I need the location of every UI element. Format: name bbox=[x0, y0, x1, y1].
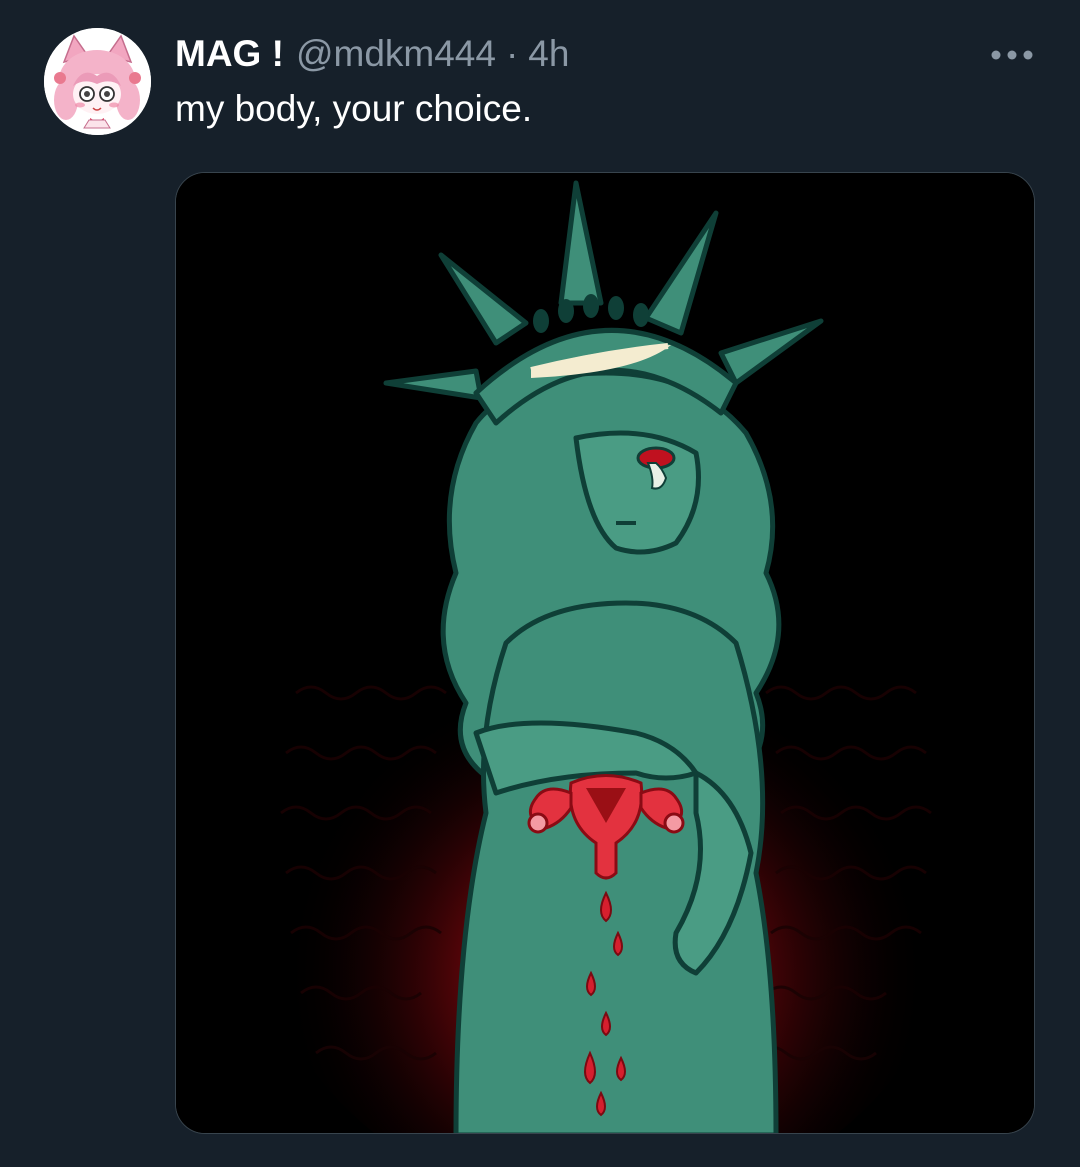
anime-girl-avatar-icon bbox=[44, 28, 151, 135]
separator-dot: · bbox=[505, 33, 519, 74]
more-horizontal-icon bbox=[991, 50, 1033, 60]
author-avatar[interactable] bbox=[44, 28, 151, 135]
tweet-text: my body, your choice. bbox=[175, 88, 533, 129]
tweet-timestamp[interactable]: 4h bbox=[528, 33, 569, 75]
tweet-card[interactable]: MAG ! @mdkm444 · 4h my body, your choice… bbox=[0, 0, 1080, 1167]
tweet-header: MAG ! @mdkm444 · 4h bbox=[175, 30, 569, 78]
author-handle[interactable]: @mdkm444 bbox=[296, 33, 496, 75]
author-display-name[interactable]: MAG ! bbox=[175, 33, 284, 75]
more-options-button[interactable] bbox=[984, 38, 1040, 72]
weeping-statue-of-liberty-art bbox=[176, 173, 1034, 1133]
tweet-media-image[interactable] bbox=[175, 172, 1035, 1134]
